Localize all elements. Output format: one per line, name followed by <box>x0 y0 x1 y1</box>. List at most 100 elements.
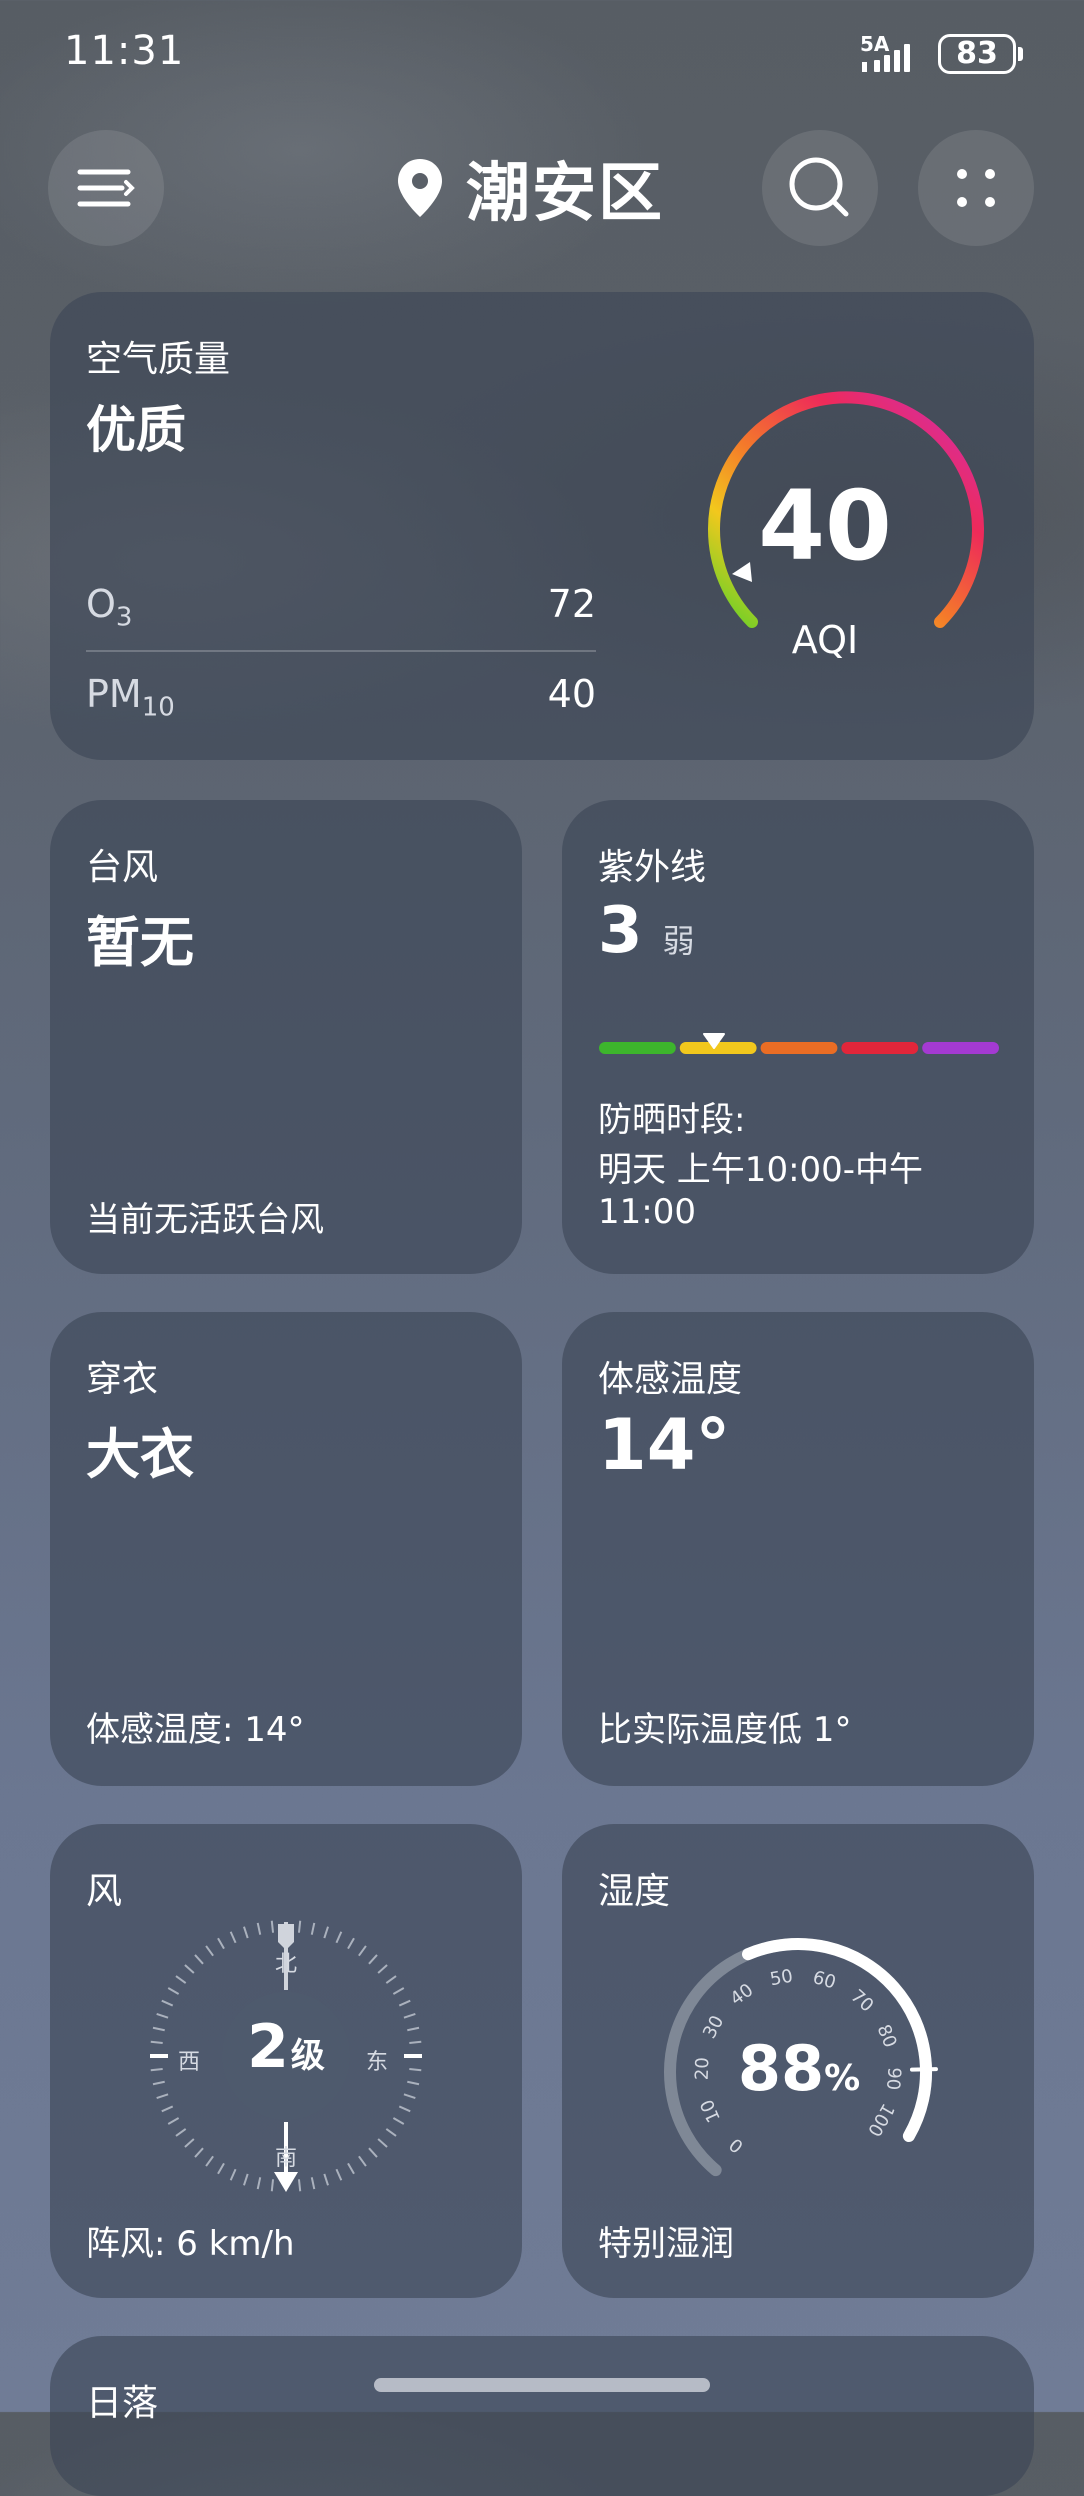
compass-tick <box>403 2013 416 2019</box>
compass-tick <box>407 2080 420 2086</box>
compass-tick <box>310 2177 316 2190</box>
clothing-footnote: 体感温度: 14° <box>86 1710 305 1750</box>
compass-tick <box>385 1975 397 1984</box>
signal-icon <box>862 44 910 72</box>
compass-tick <box>175 2128 187 2137</box>
compass-tick <box>347 1937 355 1950</box>
clothing-card[interactable]: 穿衣 大衣 体感温度: 14° <box>50 1312 522 1786</box>
menu-icon <box>77 169 135 207</box>
typhoon-label: 台风 <box>86 847 159 888</box>
compass-tick <box>403 2093 416 2099</box>
compass-tick <box>347 2162 355 2175</box>
search-icon <box>789 157 849 217</box>
compass-tick <box>358 1945 367 1957</box>
compass-east: 东 <box>366 2050 389 2075</box>
compass-tick <box>184 2138 195 2148</box>
sunset-label: 日落 <box>86 2383 159 2424</box>
humidity-tick-label: 40 <box>726 1980 757 2010</box>
compass-tick <box>229 2168 237 2181</box>
menu-button[interactable] <box>48 130 164 246</box>
wind-label: 风 <box>86 1871 123 1912</box>
clothing-label: 穿衣 <box>86 1359 159 1400</box>
uv-label: 紫外线 <box>598 847 707 888</box>
wind-level-unit: 级 <box>290 2036 325 2076</box>
more-dots-icon <box>957 169 995 207</box>
wind-card[interactable]: 风 北 南 东 西 2级 阵风: 6 km/h <box>50 1824 522 2298</box>
typhoon-footnote: 当前无活跃台风 <box>86 1200 324 1240</box>
compass-tick <box>377 2138 388 2148</box>
compass-tick <box>167 1987 180 1995</box>
pollutant-row: O3 72 <box>86 582 596 633</box>
humidity-value: 88 <box>737 2032 825 2105</box>
feels-like-card[interactable]: 体感温度 14° 比实际温度低 1° <box>562 1312 1034 1786</box>
compass-tick <box>409 2067 422 2072</box>
compass-tick <box>156 2013 169 2019</box>
compass-tick <box>270 2179 275 2192</box>
compass-tick <box>392 2117 405 2125</box>
more-button[interactable] <box>918 130 1034 246</box>
compass-tick <box>409 2040 422 2045</box>
feels-like-label: 体感温度 <box>598 1359 743 1400</box>
compass-tick <box>398 1999 411 2007</box>
status-time: 11:31 <box>64 28 185 74</box>
wind-level: 2级 <box>226 2012 346 2082</box>
aqi-unit: AQI <box>791 618 859 662</box>
pollutant-row: PM10 40 <box>86 672 596 723</box>
typhoon-card[interactable]: 台风 暂无 当前无活跃台风 <box>50 800 522 1274</box>
clothing-value: 大衣 <box>86 1423 194 1486</box>
compass-tick <box>398 2105 411 2113</box>
pollutant-value: 72 <box>547 582 596 626</box>
air-quality-card[interactable]: 空气质量 优质 O3 72 PM10 40 40 AQI <box>50 292 1034 760</box>
compass-tick <box>323 2173 329 2186</box>
pollutant-value: 40 <box>547 672 596 716</box>
wind-gust: 阵风: 6 km/h <box>86 2224 295 2264</box>
wind-level-number: 2 <box>247 2012 289 2082</box>
humidity-tick-label: 90 <box>882 2067 905 2091</box>
air-quality-label: 空气质量 <box>86 339 231 380</box>
compass-tick <box>270 1920 275 1933</box>
compass-tick <box>368 2147 378 2158</box>
humidity-reading: 88% <box>714 2032 884 2105</box>
compass-tick <box>243 2173 249 2186</box>
compass-tick <box>161 1999 174 2007</box>
humidity-unit: % <box>824 2058 861 2099</box>
compass-tick <box>358 2155 367 2167</box>
compass-tick <box>167 2117 180 2125</box>
compass-tick <box>335 2168 343 2181</box>
home-indicator[interactable] <box>374 2378 710 2392</box>
wind-arrow-icon <box>274 2172 298 2192</box>
compass-tick <box>377 1964 388 1974</box>
compass-tick <box>194 1954 204 1965</box>
compass-tick <box>152 2080 165 2086</box>
humidity-footnote: 特别湿润 <box>598 2224 734 2264</box>
sunset-card[interactable]: 日落 <box>50 2336 1034 2496</box>
compass-tick <box>152 2026 165 2032</box>
location-title[interactable]: 潮安区 <box>396 140 664 236</box>
aqi-value: 40 <box>758 470 892 582</box>
humidity-tick-label: 50 <box>768 1966 794 1991</box>
compass-tick <box>243 1926 249 1939</box>
feels-like-value: 14° <box>598 1404 731 1486</box>
compass-tick <box>156 2093 169 2099</box>
air-quality-level: 优质 <box>86 401 186 459</box>
pollutant-name: O3 <box>86 582 133 633</box>
uv-scale <box>599 1033 999 1054</box>
compass-tick <box>217 2162 225 2175</box>
compass-tick <box>205 2155 214 2167</box>
compass-north: 北 <box>274 1952 297 1977</box>
typhoon-value: 暂无 <box>86 911 194 974</box>
humidity-card[interactable]: 湿度 0 10 20 30 40 50 60 70 80 90 100 88% 特别湿润 <box>562 1824 1034 2298</box>
uv-level: 弱 <box>662 922 695 960</box>
compass-tick <box>407 2026 420 2032</box>
compass-tick <box>297 1920 302 1933</box>
uv-scale-segment <box>599 1042 676 1054</box>
location-pin-icon <box>398 159 442 217</box>
compass-tick <box>217 1937 225 1950</box>
uv-card[interactable]: 紫外线 3 弱 防晒时段: 明天 上午10:00-中午 11:00 <box>562 800 1034 1274</box>
search-button[interactable] <box>762 130 878 246</box>
uv-scale-segment <box>760 1042 838 1054</box>
humidity-tick-label: 0 <box>725 2133 747 2156</box>
location-name: 潮安区 <box>466 157 664 231</box>
uv-scale-segment <box>922 1042 999 1054</box>
compass-tick <box>256 2177 262 2190</box>
